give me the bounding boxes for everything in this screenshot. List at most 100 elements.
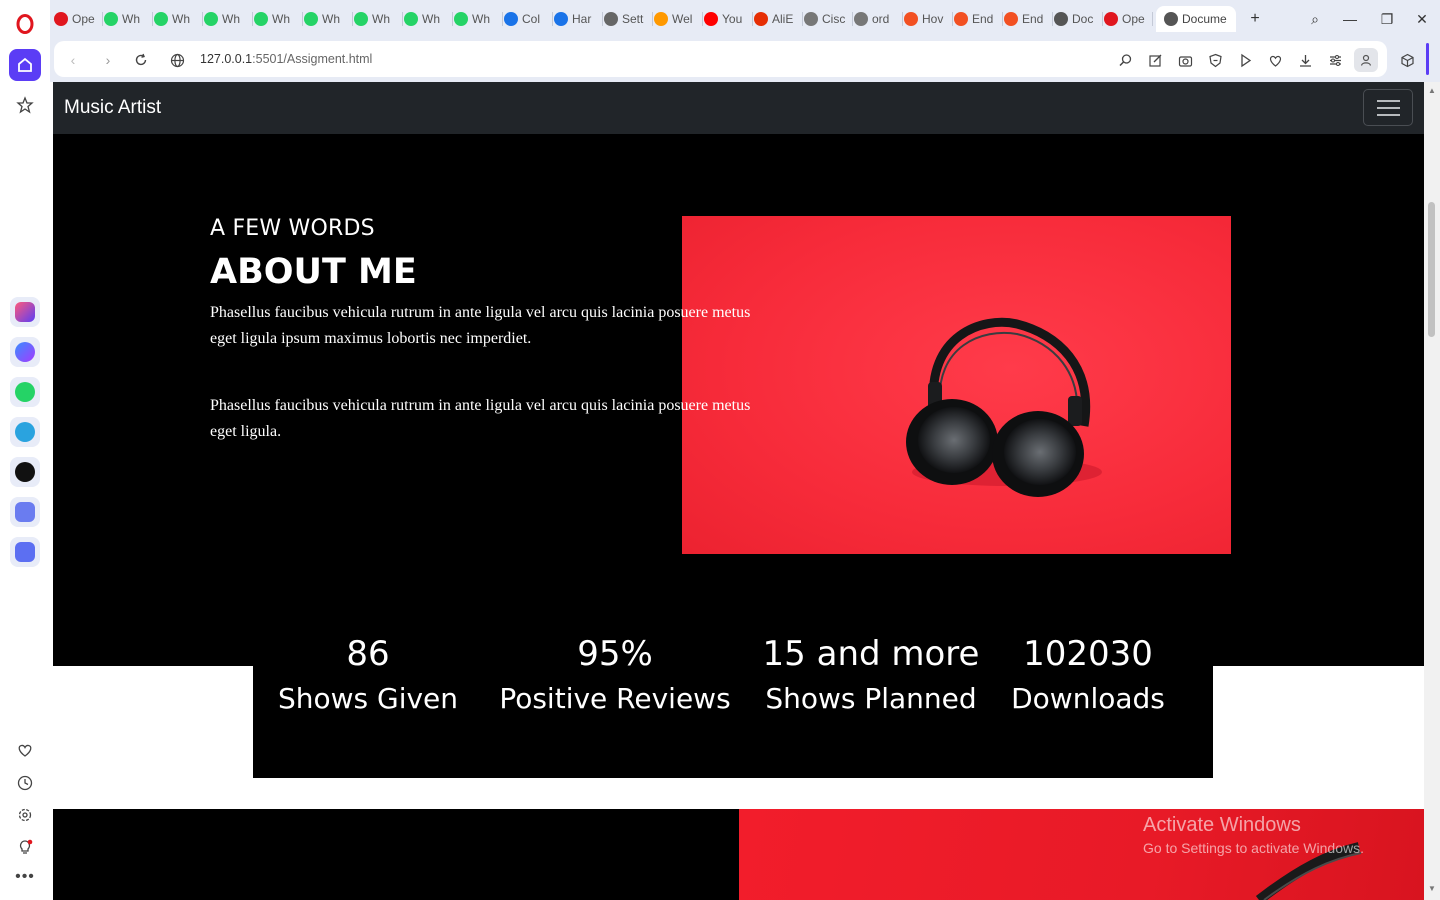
url-field[interactable]: 127.0.0.1:5501/Assigment.html [200,52,372,66]
tab-separator [952,12,953,26]
tab-separator [252,12,253,26]
tab-separator [102,12,103,26]
back-arrow-icon[interactable]: ‹ [64,51,82,69]
scroll-down-arrow-icon[interactable]: ▼ [1428,884,1436,893]
extensions-cube-icon[interactable] [1398,51,1416,69]
browser-tab[interactable]: AliE [754,6,800,32]
edit-page-icon[interactable] [1146,51,1164,69]
more-dots-icon[interactable]: ••• [9,861,41,893]
browser-tab[interactable]: ord [854,6,900,32]
browser-tab[interactable]: Wh [454,6,500,32]
tab-favicon-icon [654,12,668,26]
browser-tab[interactable]: Wh [104,6,150,32]
address-bar-container: ‹ › 127.0.0.1:5501/Assigment.html [54,41,1387,77]
history-clock-icon[interactable] [9,767,41,799]
tab-label: End [1022,12,1044,26]
tab-label: Wh [122,12,140,26]
profile-avatar-icon[interactable] [1354,48,1378,72]
navbar-toggler-menu-icon[interactable] [1363,89,1413,126]
tab-label: Wh [222,12,240,26]
site-info-globe-icon[interactable] [168,51,186,69]
tab-favicon-icon [404,12,418,26]
browser-tab[interactable]: Cisc [804,6,850,32]
stat-value: 86 [346,634,390,674]
tab-favicon-icon [154,12,168,26]
browser-tab[interactable]: Doc [1054,6,1100,32]
tab-label: Har [572,12,592,26]
browser-toolbar: ‹ › 127.0.0.1:5501/Assigment.html [50,38,1440,82]
messenger-icon[interactable] [10,337,40,367]
tab-separator [802,12,803,26]
browser-tab[interactable]: Wh [154,6,200,32]
browser-tab[interactable]: Wh [404,6,450,32]
tab-separator [1102,12,1103,26]
browser-tab[interactable]: Wh [254,6,300,32]
home-icon[interactable] [9,49,41,81]
browser-tab[interactable]: End [954,6,1000,32]
my-flow-heart-icon[interactable] [1266,51,1284,69]
new-tab-plus-icon[interactable]: + [1244,6,1266,32]
easy-setup-icon[interactable] [1326,51,1344,69]
tab-label: Docume [1182,12,1227,26]
opera-logo-icon[interactable] [9,8,41,40]
stat-label: Shows Planned [765,682,977,715]
tab-separator [352,12,353,26]
tab-favicon-icon [804,12,818,26]
music-player-icon[interactable] [10,497,40,527]
tab-label: Col [522,12,541,26]
stat-shows-given: 86 Shows Given [268,632,468,722]
telegram-icon[interactable] [10,417,40,447]
browser-tab[interactable]: Ope [54,6,100,32]
browser-tab[interactable]: Har [554,6,600,32]
browser-tab[interactable]: Hov [904,6,950,32]
opera-sidebar: ••• [0,0,50,900]
minimize-icon[interactable]: — [1340,6,1360,32]
browser-tab[interactable]: Wh [354,6,400,32]
navbar-brand[interactable]: Music Artist [64,97,161,119]
search-in-page-icon[interactable] [1116,51,1134,69]
tab-favicon-icon [854,12,868,26]
browser-tab[interactable]: Wel [654,6,700,32]
tab-separator [402,12,403,26]
tiktok-icon[interactable] [10,457,40,487]
tab-separator [152,12,153,26]
stat-value: 15 and more [762,634,980,674]
stat-value: 95% [577,634,653,674]
player-play-icon[interactable] [1236,51,1254,69]
whatsapp-icon[interactable] [10,377,40,407]
settings-gear-icon[interactable] [9,799,41,831]
scrollbar-thumb[interactable] [1428,202,1435,337]
section-heading: ABOUT ME [210,252,417,292]
heart-icon[interactable] [9,734,41,766]
watermark-title: Activate Windows [1143,814,1301,836]
restore-icon[interactable]: ❐ [1377,6,1397,32]
downloads-icon[interactable] [1296,51,1314,69]
browser-tab[interactable]: End [1004,6,1050,32]
tips-lightbulb-icon[interactable] [9,831,41,863]
tab-favicon-icon [904,12,918,26]
browser-tab[interactable]: Col [504,6,550,32]
next-section-dark-panel [53,809,739,900]
player-icon[interactable] [10,537,40,567]
about-paragraph-1: Phasellus faucibus vehicula rutrum in an… [210,304,751,347]
aria-ai-icon[interactable] [10,297,40,327]
browser-tab[interactable]: Wh [204,6,250,32]
search-tabs-icon[interactable]: ⌕ [1305,6,1325,32]
forward-arrow-icon[interactable]: › [99,51,117,69]
browser-tab[interactable]: You [704,6,750,32]
browser-tab-active[interactable]: Docume [1156,6,1236,32]
headphones-image [682,216,1231,554]
tab-separator [202,12,203,26]
reload-icon[interactable] [132,51,150,69]
browser-tab[interactable]: Sett [604,6,650,32]
bookmarks-star-icon[interactable] [9,89,41,121]
browser-tab[interactable]: Wh [304,6,350,32]
close-window-icon[interactable]: ✕ [1412,6,1432,32]
page-scrollbar[interactable]: ▲ ▼ [1424,82,1440,900]
ad-blocker-shield-icon[interactable] [1206,51,1224,69]
stat-downloads: 102030 Downloads [998,632,1178,722]
browser-tab[interactable]: Ope [1104,6,1150,32]
url-path: :5501/Assigment.html [252,52,373,66]
scroll-up-arrow-icon[interactable]: ▲ [1428,86,1436,95]
snapshot-camera-icon[interactable] [1176,51,1194,69]
